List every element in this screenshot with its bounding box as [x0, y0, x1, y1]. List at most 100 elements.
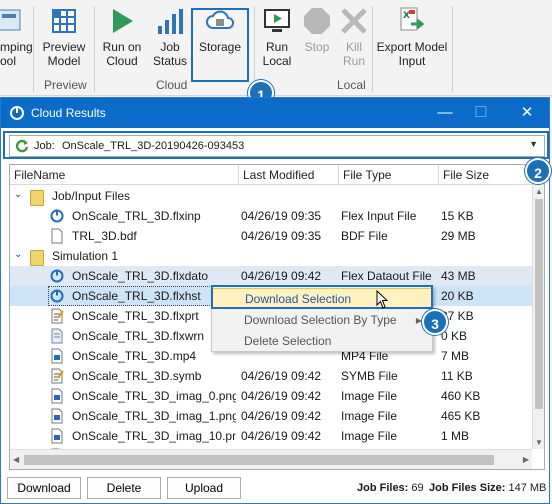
cell-file-size: 11 KB — [441, 369, 473, 383]
scroll-right-icon[interactable]: ▶ — [523, 455, 529, 464]
svg-text:X: X — [403, 11, 410, 21]
cell-file-size: 460 KB — [441, 389, 481, 403]
cell-filename: OnScale_TRL_3D.flxinp — [72, 209, 201, 223]
vertical-scrollbar[interactable]: ▲ ▼ — [532, 185, 544, 449]
run-local-label: Run Local — [262, 40, 292, 68]
scroll-down-icon[interactable]: ▼ — [535, 438, 543, 447]
grid-header: FileName Last Modified File Type File Si… — [10, 165, 544, 185]
folder-icon — [30, 190, 44, 206]
dialog-titlebar[interactable]: Cloud Results — ☐ ✕ — [1, 98, 549, 128]
job-status-button[interactable]: Job Status — [148, 4, 192, 76]
job-files-stat: Job Files: 69 — [357, 482, 424, 494]
monitor-run-icon — [264, 9, 290, 32]
cell-last-modified: 04/26/19 09:42 — [241, 429, 322, 443]
horizontal-scroll-thumb[interactable] — [24, 455, 494, 465]
file-row[interactable]: OnScale_TRL_3D_imag_0.png 04/26/19 09:42 I… — [10, 386, 532, 406]
column-header-file-type[interactable]: File Type — [341, 168, 391, 182]
close-button[interactable]: ✕ — [513, 102, 541, 124]
mapping-tool-button[interactable]: mping ool — [0, 4, 33, 76]
maximize-button[interactable]: ☐ — [467, 102, 495, 124]
folder-row[interactable]: ⌄ Job/Input Files — [10, 186, 532, 206]
image-file-icon — [50, 428, 64, 444]
cell-last-modified: 04/26/19 09:35 — [241, 209, 322, 223]
download-button[interactable]: Download — [7, 477, 81, 499]
file-row[interactable]: OnScale_TRL_3D.flxdato 04/26/19 09:42 Flex… — [10, 266, 532, 286]
folder-icon — [30, 250, 44, 266]
delete-button[interactable]: Delete — [87, 477, 161, 499]
file-row[interactable]: OnScale_TRL_3D.flxinp 04/26/19 09:35 Flex … — [10, 206, 532, 226]
file-row[interactable]: OnScale_TRL_3D.symb 04/26/19 09:42 SYMB Fi… — [10, 366, 532, 386]
job-files-label: Job Files: — [357, 482, 409, 494]
column-divider[interactable] — [238, 165, 239, 185]
file-row[interactable]: OnScale_TRL_3D_imag_10.png 04/26/19 09:42… — [10, 426, 532, 446]
preview-model-button[interactable]: Preview Model — [38, 4, 90, 76]
cell-last-modified: 04/26/19 09:42 — [241, 269, 322, 283]
job-files-size-label: Job Files Size: — [429, 482, 506, 494]
expand-caret-icon[interactable]: ⌄ — [14, 189, 22, 200]
menu-item-delete-selection[interactable]: Delete Selection — [212, 331, 432, 352]
run-on-cloud-button[interactable]: Run on Cloud — [98, 4, 146, 76]
job-files-size-stat: Job Files Size: 147 MB — [429, 482, 546, 494]
kill-icon — [341, 8, 367, 34]
cell-file-size: 43 MB — [441, 269, 476, 283]
cell-filename: OnScale_TRL_3D.flxdato — [72, 269, 209, 283]
cell-file-type: BDF File — [341, 229, 388, 243]
file-row[interactable]: OnScale_TRL_3D_imag_1.png 04/26/19 09:42 I… — [10, 406, 532, 426]
storage-highlight — [191, 8, 249, 82]
horizontal-scrollbar[interactable]: ◀ ▶ — [10, 449, 532, 469]
step-badge-2: 2 — [525, 158, 551, 184]
column-header-file-size[interactable]: File Size — [441, 168, 489, 182]
export-model-input-button[interactable]: X Export Model Input — [374, 4, 450, 76]
minimize-button[interactable]: — — [431, 102, 459, 124]
cell-last-modified: 04/26/19 09:35 — [241, 229, 322, 243]
scroll-left-icon[interactable]: ◀ — [13, 455, 19, 464]
cell-filename: OnScale_TRL_3D_imag_0.png — [72, 389, 236, 403]
cell-last-modified: 04/26/19 09:42 — [241, 369, 322, 383]
run-local-button[interactable]: Run Local — [256, 4, 298, 76]
job-files-value: 69 — [411, 482, 424, 494]
job-files-size-value: 147 MB — [508, 482, 547, 494]
ribbon-separator — [372, 6, 373, 92]
cell-file-type: Image File — [341, 389, 398, 403]
column-header-last-modified[interactable]: Last Modified — [241, 168, 314, 182]
upload-button[interactable]: Upload — [167, 477, 241, 499]
ribbon-separator — [33, 6, 34, 92]
column-divider[interactable] — [438, 165, 439, 185]
export-excel-icon: X — [400, 7, 425, 31]
play-icon — [113, 9, 133, 33]
cell-file-type: Image File — [341, 429, 398, 443]
power-file-icon — [50, 268, 64, 284]
stop-button[interactable]: Stop — [298, 4, 336, 76]
job-status-label: Job Status — [152, 40, 188, 68]
cell-last-modified: 04/26/19 09:42 — [241, 409, 322, 423]
stop-label: Stop — [304, 40, 330, 54]
ribbon-toolbar: mping ool Preview Model Preview Run on C… — [0, 0, 552, 96]
cell-file-size: 0 KB — [441, 329, 468, 343]
scroll-up-icon[interactable]: ▲ — [535, 187, 543, 196]
column-divider[interactable] — [338, 165, 339, 185]
column-header-filename[interactable]: FileName — [12, 168, 65, 182]
mapping-tool-label: mping ool — [0, 40, 33, 68]
expand-caret-icon[interactable]: ⌄ — [14, 249, 22, 260]
cell-filename: OnScale_TRL_3D_imag_1.png — [72, 409, 236, 423]
file-row[interactable]: TRL_3D.bdf 04/26/19 09:35 BDF File 29 MB — [10, 226, 532, 246]
dialog-title: Cloud Results — [31, 106, 106, 120]
cell-file-size: 465 KB — [441, 409, 481, 423]
context-menu-highlight — [211, 285, 433, 309]
cell-filename: Simulation 1 — [52, 249, 119, 263]
app-window: mping ool Preview Model Preview Run on C… — [0, 0, 552, 504]
export-model-input-label: Export Model Input — [376, 40, 448, 68]
kill-run-button[interactable]: Kill Run — [336, 4, 372, 76]
cell-file-type: Flex Dataout File — [341, 269, 432, 283]
cell-file-type: Flex Input File — [341, 209, 417, 223]
folder-row[interactable]: ⌄ Simulation 1 — [10, 246, 532, 266]
job-selector-highlight — [3, 131, 549, 159]
cell-file-size: 37 KB — [441, 309, 474, 323]
cell-filename: OnScale_TRL_3D.symb — [72, 369, 202, 383]
vertical-scroll-thumb[interactable] — [535, 199, 543, 409]
cell-file-size: 7 MB — [441, 349, 470, 363]
cell-file-type: SYMB File — [341, 369, 398, 383]
menu-item-download-by-type[interactable]: Download Selection By Type ▶ — [212, 310, 432, 331]
cell-file-size: 1 MB — [441, 429, 470, 443]
cell-last-modified: 04/26/19 09:42 — [241, 389, 322, 403]
